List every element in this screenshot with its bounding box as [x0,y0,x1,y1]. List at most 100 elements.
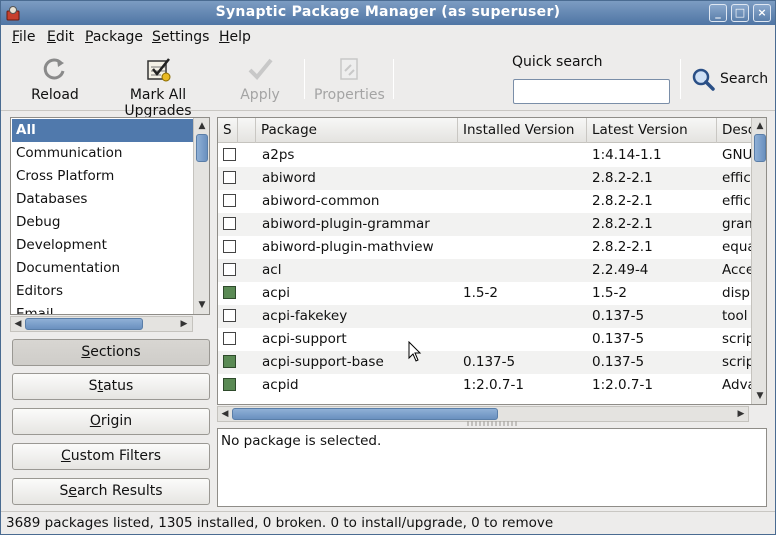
custom-filters-button[interactable]: Custom Filters [12,443,210,470]
not-installed-status-checkbox[interactable] [223,194,236,207]
not-installed-status-checkbox[interactable] [223,240,236,253]
section-item-email[interactable]: Email [12,303,193,314]
search-results-button[interactable]: Search Results [12,478,210,505]
scroll-thumb[interactable] [196,134,208,162]
table-row[interactable]: acpi 1.5-2 1.5-2 disp [218,282,758,305]
mark-all-upgrades-button[interactable]: Mark All Upgrades [97,53,219,119]
not-installed-status-checkbox[interactable] [223,332,236,345]
section-item-editors[interactable]: Editors [12,280,193,303]
package-table[interactable]: S Package Installed Version Latest Versi… [217,117,767,405]
table-row[interactable]: acl 2.2.49-4 Acce [218,259,758,282]
not-installed-status-checkbox[interactable] [223,263,236,276]
section-item-debug[interactable]: Debug [12,211,193,234]
column-header-package[interactable]: Package [256,118,458,143]
scroll-right-arrow-icon[interactable]: ▶ [734,407,748,421]
package-name-cell: abiword-common [262,193,380,209]
not-installed-status-checkbox[interactable] [223,148,236,161]
package-details-pane: No package is selected. [217,428,767,507]
table-row[interactable]: abiword-common 2.8.2-2.1 effic [218,190,758,213]
scroll-thumb[interactable] [25,318,143,330]
installed-version-cell: 1:2.0.7-1 [463,377,524,393]
latest-version-cell: 2.2.49-4 [592,262,649,278]
scroll-thumb[interactable] [754,134,766,162]
section-item-documentation[interactable]: Documentation [12,257,193,280]
package-name-cell: acpi-support-base [262,354,384,370]
table-row[interactable]: acpi-support-base 0.137-5 0.137-5 scrip [218,351,758,374]
installed-status-checkbox[interactable] [223,355,236,368]
menu-package[interactable]: Package [85,29,143,45]
not-installed-status-checkbox[interactable] [223,309,236,322]
pane-resize-grip[interactable] [467,421,517,426]
installed-status-checkbox[interactable] [223,286,236,299]
details-text: No package is selected. [221,433,382,449]
column-header-latest-version[interactable]: Latest Version [587,118,717,143]
not-installed-status-checkbox[interactable] [223,217,236,230]
table-row[interactable]: abiword-plugin-grammar 2.8.2-2.1 gram [218,213,758,236]
scroll-up-arrow-icon[interactable]: ▲ [753,119,766,133]
toolbar-separator [680,59,681,99]
apply-button[interactable]: Apply [235,53,285,109]
table-row[interactable]: a2ps 1:4.14-1.1 GNU [218,144,758,167]
section-item-communication[interactable]: Communication [12,142,193,165]
scroll-down-arrow-icon[interactable]: ▼ [195,298,209,312]
maximize-button[interactable]: □ [731,4,749,22]
search-icon [692,68,715,91]
table-row[interactable]: abiword 2.8.2-2.1 effic [218,167,758,190]
package-name-cell: acpid [262,377,299,393]
sections-filter-button[interactable]: Sections [12,339,210,366]
section-item-databases[interactable]: Databases [12,188,193,211]
table-row[interactable]: acpi-support 0.137-5 scrip [218,328,758,351]
reload-button[interactable]: Reload [26,53,84,109]
minimize-button[interactable]: _ [709,4,727,22]
latest-version-cell: 2.8.2-2.1 [592,216,653,232]
latest-version-cell: 0.137-5 [592,354,645,370]
package-name-cell: acpi-support [262,331,347,347]
installed-status-checkbox[interactable] [223,378,236,391]
close-button[interactable]: × [753,4,771,22]
quick-search-input[interactable] [513,79,670,104]
section-item-development[interactable]: Development [12,234,193,257]
synaptic-window: Synaptic Package Manager (as superuser) … [0,0,776,535]
mark-all-upgrades-icon [147,58,171,82]
installed-version-cell: 1.5-2 [463,285,498,301]
toolbar-separator [304,59,305,99]
menu-edit[interactable]: Edit [47,29,74,45]
sections-list[interactable]: All Communication Cross Platform Databas… [10,117,210,315]
latest-version-cell: 0.137-5 [592,308,645,324]
latest-version-cell: 2.8.2-2.1 [592,193,653,209]
section-item-all[interactable]: All [12,119,193,142]
scroll-thumb[interactable] [232,408,498,420]
column-header-installed-version[interactable]: Installed Version [458,118,587,143]
not-installed-status-checkbox[interactable] [223,171,236,184]
table-row[interactable]: acpi-fakekey 0.137-5 tool [218,305,758,328]
menu-file[interactable]: File [12,29,35,45]
scroll-left-arrow-icon[interactable]: ◀ [11,317,25,331]
table-row[interactable]: abiword-plugin-mathview 2.8.2-2.1 equa [218,236,758,259]
origin-filter-button[interactable]: Origin [12,408,210,435]
status-filter-button[interactable]: Status [12,373,210,400]
table-row[interactable]: acpid 1:2.0.7-1 1:2.0.7-1 Adva [218,374,758,397]
table-horizontal-scrollbar[interactable]: ◀ ▶ [217,406,749,422]
scroll-up-arrow-icon[interactable]: ▲ [195,119,209,133]
section-item-cross-platform[interactable]: Cross Platform [12,165,193,188]
sections-horizontal-scrollbar[interactable]: ◀ ▶ [10,316,193,332]
menu-help[interactable]: Help [219,29,251,45]
menu-bar: File Edit Package Settings Help [1,25,775,49]
scroll-down-arrow-icon[interactable]: ▼ [753,389,766,403]
title-bar[interactable]: Synaptic Package Manager (as superuser) … [1,1,775,25]
description-cell: effic [722,170,751,186]
latest-version-cell: 0.137-5 [592,331,645,347]
scroll-right-arrow-icon[interactable]: ▶ [177,317,191,331]
scroll-left-arrow-icon[interactable]: ◀ [218,407,232,421]
latest-version-cell: 2.8.2-2.1 [592,239,653,255]
table-vertical-scrollbar[interactable]: ▲ ▼ [751,118,766,404]
column-header-status[interactable]: S [218,118,238,143]
properties-button[interactable]: Properties [314,53,385,109]
sections-vertical-scrollbar[interactable]: ▲ ▼ [193,118,209,314]
menu-settings[interactable]: Settings [152,29,209,45]
table-header: S Package Installed Version Latest Versi… [218,118,758,143]
latest-version-cell: 1:2.0.7-1 [592,377,653,393]
status-text: 3689 packages listed, 1305 installed, 0 … [6,515,554,531]
column-header-support[interactable] [238,118,256,143]
description-cell: effic [722,193,751,209]
